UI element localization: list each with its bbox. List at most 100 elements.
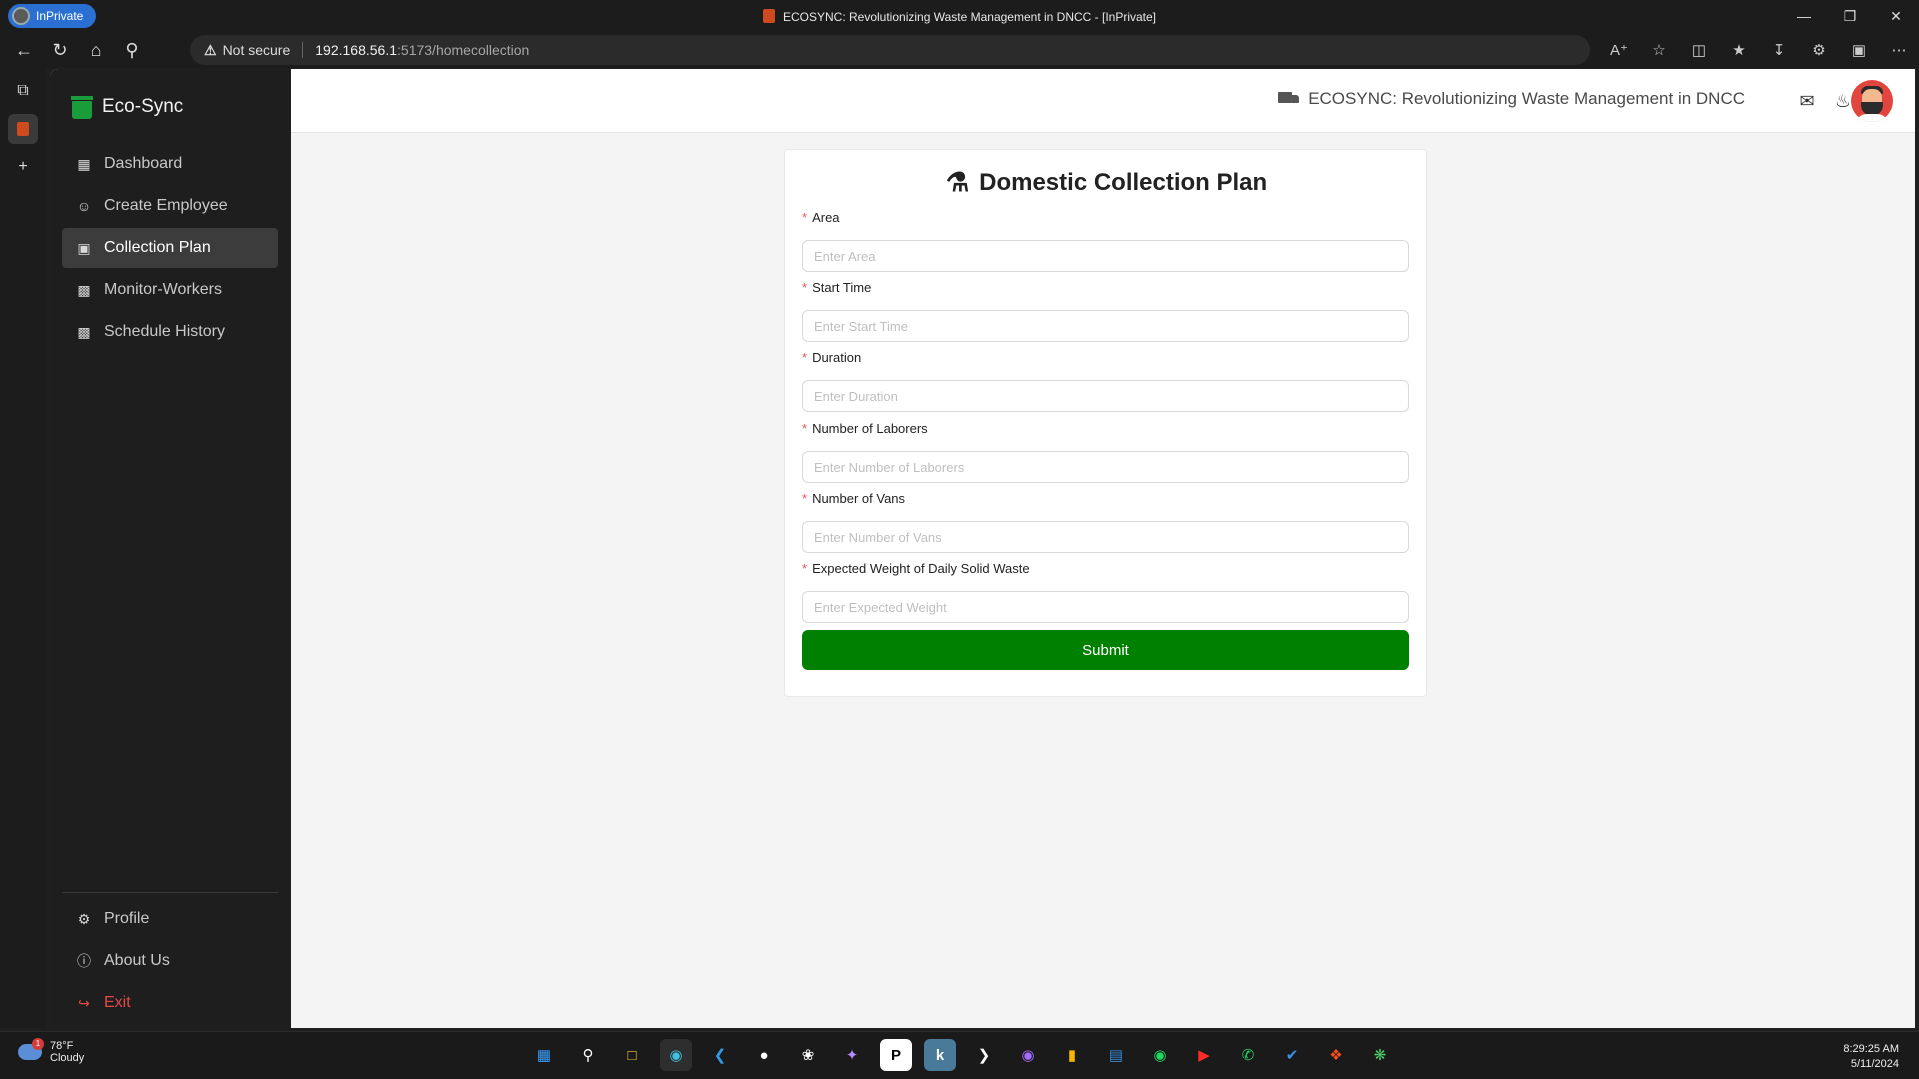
restore-icon[interactable]: ❐ [1827,0,1873,32]
required-mark: * [802,350,808,365]
notepad-icon[interactable]: ▤ [1100,1039,1132,1071]
duration-input[interactable] [802,380,1409,412]
warning-icon: ⚠ [204,41,217,58]
weather-temp: 78°F [50,1040,74,1052]
keep-notes-icon[interactable]: ▮ [1056,1039,1088,1071]
area-input[interactable] [802,240,1409,272]
vscode-icon[interactable]: ❮ [704,1039,736,1071]
users-icon: ☺ [76,198,92,214]
collection-plan-form: ⚗ Domestic Collection Plan * Area * Start … [784,149,1427,697]
gallery-icon: ▣ [77,239,91,256]
page-title: ⚗ Domestic Collection Plan [785,167,1428,198]
sidebar-item-profile[interactable]: ⚙ Profile [62,899,278,939]
top-header: ECOSYNC: Revolutionizing Waste Managemen… [291,69,1915,133]
vans-field: * Number of Vans [802,491,1409,553]
sidebar-item-label: Dashboard [104,155,183,172]
sidebar-item-exit[interactable]: ↪ Exit [62,983,278,1023]
expected-weight-label: Expected Weight of Daily Solid Waste [812,561,1030,576]
browser-toolbar: ← ↻ ⌂ ⚲ ⚠ Not secure 192.168.56.1:5173/h… [0,32,1919,68]
app-icon[interactable]: ❋ [1364,1039,1396,1071]
search-icon[interactable]: ⚲ [114,32,150,68]
required-mark: * [802,210,808,225]
main-content: ⚗ Domestic Collection Plan * Area * Start … [291,134,1915,1028]
start-icon[interactable]: ▦ [528,1039,560,1071]
close-icon[interactable]: ✕ [1873,0,1919,32]
github-icon[interactable]: ● [748,1039,780,1071]
vans-input[interactable] [802,521,1409,553]
brand[interactable]: Eco-Sync [71,95,183,119]
duration-field: * Duration [802,350,1409,412]
weather-widget[interactable]: 1 78°F Cloudy [18,1038,85,1064]
laborers-input[interactable] [802,451,1409,483]
screenshot-icon[interactable]: ▣ [1839,32,1879,68]
url-host: 192.168.56.1 [315,42,398,58]
favorite-star-icon[interactable]: ☆ [1639,32,1679,68]
sidebar-item-monitor-workers[interactable]: ▩ Monitor-Workers [62,270,278,310]
security-label[interactable]: Not secure [223,42,291,58]
submit-button[interactable]: Submit [802,630,1409,670]
trash-bin-icon [71,95,93,119]
sidebar-item-label: Profile [104,910,150,927]
sidebar-item-dashboard[interactable]: ▦ Dashboard [62,144,278,184]
logout-icon: ↪ [78,994,90,1011]
terminal-icon[interactable]: ❯ [968,1039,1000,1071]
sidebar-bottom-menu: ⚙ Profile ⓘ About Us ↪ Exit [62,892,278,1025]
weather-desc: Cloudy [50,1052,85,1064]
extensions-icon[interactable]: ⚙ [1799,32,1839,68]
download-icon[interactable]: ↧ [1759,32,1799,68]
chart-icon: ▩ [77,323,91,340]
page-title-text: Domestic Collection Plan [979,168,1268,196]
sidebar-item-label: Exit [104,994,131,1011]
vans-label: Number of Vans [812,491,906,506]
sidebar-item-about-us[interactable]: ⓘ About Us [62,941,278,981]
github-desktop-icon[interactable]: ◉ [1012,1039,1044,1071]
area-field: * Area [802,210,1409,272]
address-bar[interactable]: ⚠ Not secure 192.168.56.1:5173/homecolle… [190,35,1590,65]
spotify-icon[interactable]: ◉ [1144,1039,1176,1071]
back-icon[interactable]: ← [6,32,42,68]
home-icon[interactable]: ⌂ [78,32,114,68]
pycharm-icon[interactable]: P [880,1039,912,1071]
required-mark: * [802,280,808,295]
copilot-icon[interactable]: ✦ [836,1039,868,1071]
system-clock[interactable]: 8:29:25 AM 5/11/2024 [1843,1042,1899,1072]
start-time-input[interactable] [802,310,1409,342]
kotlin-app-icon[interactable]: k [924,1039,956,1071]
read-aloud-icon[interactable]: A⁺ [1599,32,1639,68]
cloud-icon: 1 [18,1038,44,1060]
refresh-icon[interactable]: ↻ [42,32,78,68]
figma-icon[interactable]: ❖ [1320,1039,1352,1071]
edge-browser-icon[interactable]: ◉ [660,1039,692,1071]
sidebar-item-schedule-history[interactable]: ▩ Schedule History [62,312,278,352]
favorites-icon[interactable]: ★ [1719,32,1759,68]
sidebar: Eco-Sync ▦ Dashboard ☺ Create Employee ▣… [50,69,291,1028]
sidebar-item-label: Monitor-Workers [104,281,222,298]
site-favicon-icon [17,122,29,136]
window-title: ECOSYNC: Revolutionizing Waste Managemen… [0,9,1919,24]
minimize-icon[interactable]: — [1781,0,1827,32]
walking-person-icon: ⚗ [945,167,970,197]
url-path: :5173/homecollection [397,42,530,58]
search-icon[interactable]: ⚲ [572,1039,604,1071]
avatar[interactable] [1851,80,1893,122]
message-icon[interactable]: ✉ [1795,89,1819,113]
sidebar-item-create-employee[interactable]: ☺ Create Employee [62,186,278,226]
file-explorer-icon[interactable]: □ [616,1039,648,1071]
active-tab[interactable] [8,114,38,144]
whatsapp-icon[interactable]: ✆ [1232,1039,1264,1071]
new-tab-icon[interactable]: + [8,152,38,182]
url-divider [302,42,304,58]
weather-badge: 1 [32,1038,44,1050]
more-icon[interactable]: ⋯ [1879,32,1919,68]
youtube-icon[interactable]: ▶ [1188,1039,1220,1071]
tab-actions-icon[interactable]: ⧉ [8,76,38,106]
chatgpt-icon[interactable]: ❀ [792,1039,824,1071]
area-label: Area [812,210,840,225]
taskbar: 1 78°F Cloudy ▦ ⚲ □ ◉ ❮ ● ❀ ✦ P k ❯ ◉ ▮ … [0,1031,1919,1079]
grid-icon: ▦ [77,155,91,172]
split-screen-icon[interactable]: ◫ [1679,32,1719,68]
todo-icon[interactable]: ✔ [1276,1039,1308,1071]
sidebar-item-collection-plan[interactable]: ▣ Collection Plan [62,228,278,268]
expected-weight-input[interactable] [802,591,1409,623]
required-mark: * [802,561,808,576]
